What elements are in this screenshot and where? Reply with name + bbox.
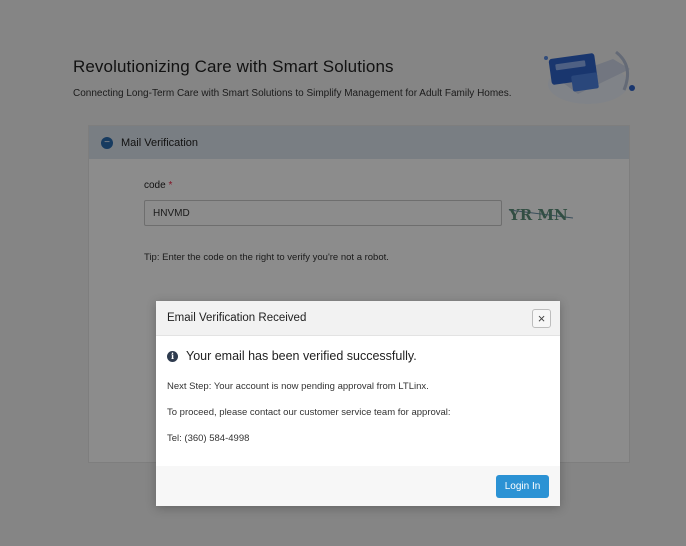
- dialog-title: Email Verification Received: [167, 312, 307, 324]
- verification-dialog: Email Verification Received × i Your ema…: [156, 301, 560, 506]
- success-message: Your email has been verified successfull…: [186, 349, 417, 363]
- contact-instruction-text: To proceed, please contact our customer …: [167, 407, 451, 418]
- success-row: i Your email has been verified successfu…: [167, 349, 549, 363]
- dialog-footer: Login In: [156, 466, 560, 506]
- dialog-header: Email Verification Received ×: [156, 301, 560, 336]
- login-button[interactable]: Login In: [496, 475, 549, 498]
- dialog-body: i Your email has been verified successfu…: [156, 336, 560, 363]
- next-step-text: Next Step: Your account is now pending a…: [167, 381, 429, 392]
- close-icon: ×: [537, 311, 546, 326]
- phone-text: Tel: (360) 584-4998: [167, 433, 250, 444]
- info-icon: i: [167, 350, 178, 362]
- close-button[interactable]: ×: [532, 309, 551, 328]
